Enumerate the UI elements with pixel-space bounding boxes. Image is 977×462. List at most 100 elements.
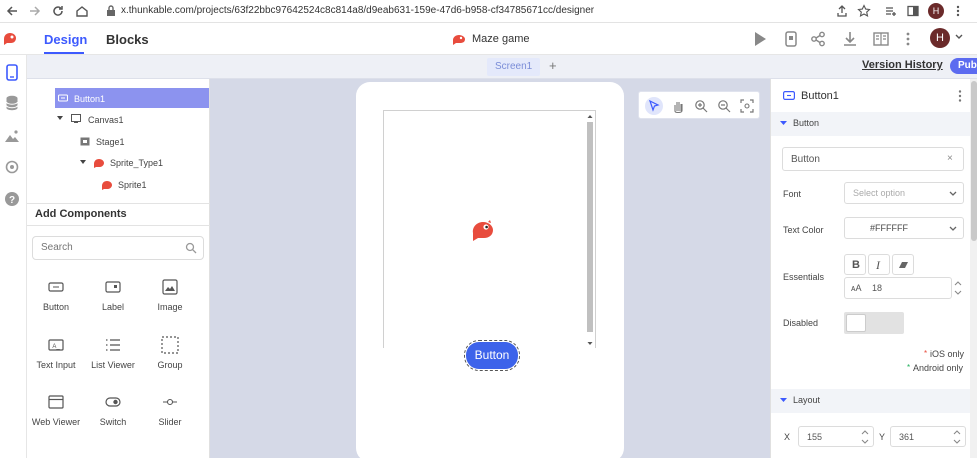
component-label: Switch [99,417,127,427]
component-slider[interactable]: Slider [141,391,199,427]
public-button[interactable]: Public [950,58,977,74]
component-image[interactable]: Image [141,276,199,312]
properties-scroll-thumb[interactable] [971,81,977,241]
label-icon [84,276,142,298]
docs-book-icon[interactable] [873,31,889,47]
component-button[interactable]: Button [27,276,85,312]
address-bar[interactable]: x.thunkable.com/projects/63f22bbc9764252… [121,5,594,16]
canvas-scroll-thumb[interactable] [587,122,593,332]
home-icon[interactable] [75,4,89,18]
project-title[interactable]: Maze game [472,33,529,45]
search-input[interactable] [41,242,171,253]
component-list-viewer[interactable]: List Viewer [84,334,142,370]
disabled-switch[interactable] [844,312,904,334]
x-label: X [784,432,791,442]
component-options-icon[interactable] [957,89,963,103]
component-text-input[interactable]: A_ Text Input [27,334,85,370]
font-size-stepper-icon[interactable] [954,278,962,298]
user-avatar[interactable]: H [930,28,950,48]
back-icon[interactable] [5,4,19,18]
y-field[interactable]: 361 [890,426,966,447]
chevron-down-icon [949,191,957,196]
tree-item-label[interactable]: Canvas1 [88,115,124,125]
tree-expand-caret-icon[interactable] [57,116,63,121]
canvas-component-icon [71,114,81,123]
eraser-icon [898,261,909,269]
component-group[interactable]: Group [141,334,199,370]
x-stepper-icon[interactable] [861,428,869,446]
reading-list-icon[interactable] [884,4,898,18]
bold-toggle[interactable]: B [844,254,866,275]
component-label: List Viewer [91,360,135,370]
share-project-icon[interactable] [810,31,826,47]
star-icon[interactable] [857,4,871,18]
button-section-header[interactable]: Button [771,112,970,136]
switch-icon [84,391,142,413]
component-name[interactable]: Button1 [801,90,839,102]
component-web-viewer[interactable]: Web Viewer [27,391,85,427]
component-label: Label [101,302,125,312]
live-test-icon[interactable] [785,31,797,47]
data-sources-icon[interactable] [5,95,19,111]
download-icon[interactable] [843,31,857,47]
divider [27,225,210,226]
pan-hand-icon[interactable] [671,99,685,113]
tab-blocks[interactable]: Blocks [106,32,149,47]
avatar-chevron-down-icon[interactable] [955,34,963,40]
tree-expand-caret-icon[interactable] [80,160,86,165]
browser-avatar[interactable]: H [928,3,944,19]
component-label: Slider [158,417,182,427]
y-stepper-icon[interactable] [953,428,961,446]
text-color-label: Text Color [783,225,824,235]
fit-screen-icon[interactable] [740,99,754,113]
more-menu-icon[interactable] [904,31,912,47]
add-screen-button[interactable]: + [549,58,557,73]
forward-icon[interactable] [28,4,42,18]
component-switch[interactable]: Switch [84,391,142,427]
clear-text-icon[interactable]: × [947,153,953,164]
select-pointer-icon[interactable] [645,97,663,115]
text-input-icon: A_ [27,334,85,356]
sprite1-preview[interactable] [470,218,496,242]
button1-preview[interactable]: Button [464,340,520,371]
play-icon[interactable] [753,31,767,47]
mobile-screens-icon[interactable] [5,64,19,82]
font-size-value: 18 [872,283,883,293]
x-value: 155 [807,432,823,442]
clear-format-toggle[interactable] [892,254,914,275]
component-label: Web Viewer [31,417,81,427]
layout-section-header[interactable]: Layout [771,389,970,413]
tree-item-label: Button1 [74,94,106,104]
font-size-field[interactable]: ᴀA 18 [844,277,952,299]
tree-item-label[interactable]: Stage1 [96,137,125,147]
svg-text:?: ? [9,195,15,206]
tab-screen1[interactable]: Screen1 [487,58,541,76]
reload-icon[interactable] [51,4,65,18]
search-icon[interactable] [185,242,197,254]
tree-item-label[interactable]: Sprite1 [118,180,147,190]
tab-design[interactable]: Design [44,32,87,47]
tree-item-label[interactable]: Sprite_Type1 [110,158,163,168]
share-icon[interactable] [835,4,849,18]
section-caret-icon [780,398,787,403]
zoom-out-icon[interactable] [717,99,731,113]
design-canvas-area: Button [210,79,770,462]
lock-icon[interactable] [104,4,118,18]
settings-gear-icon[interactable] [4,159,20,175]
text-field[interactable]: Button × [782,147,964,171]
help-icon[interactable]: ? [4,191,20,207]
font-select[interactable]: Select option [844,182,964,204]
component-label: Group [157,360,183,370]
component-label-item[interactable]: Label [84,276,142,312]
italic-toggle[interactable]: I [868,254,890,275]
assets-image-icon[interactable] [4,129,20,143]
version-history-link[interactable]: Version History [862,59,943,71]
sprite-type-icon [93,158,105,168]
component-search-box[interactable] [32,236,204,260]
side-panel-icon[interactable] [906,4,920,18]
zoom-in-icon[interactable] [694,99,708,113]
thunkable-logo[interactable] [2,30,18,46]
x-field[interactable]: 155 [798,426,874,447]
browser-menu-icon[interactable] [951,4,965,18]
text-color-select[interactable]: #FFFFFF [844,217,964,239]
